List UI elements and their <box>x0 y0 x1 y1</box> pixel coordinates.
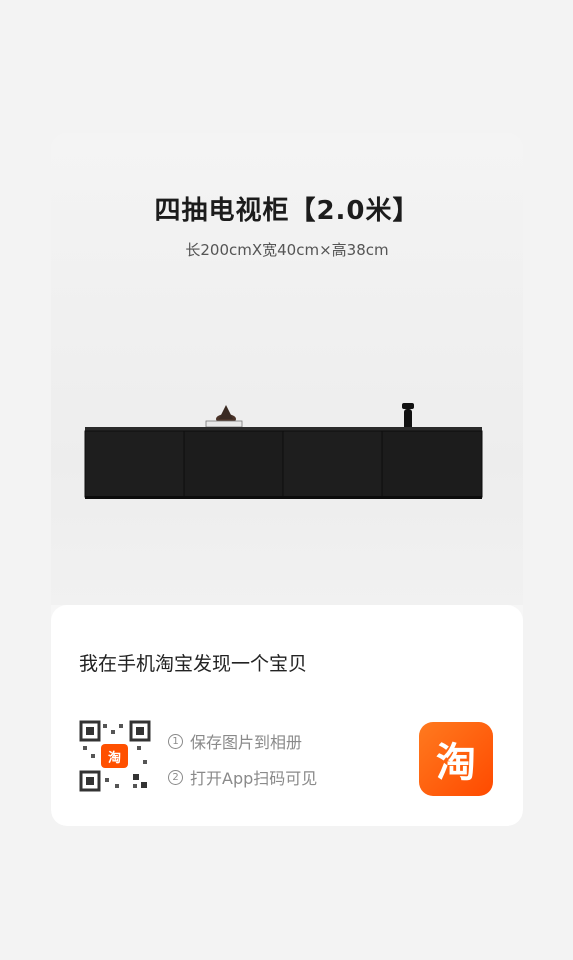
product-title: 四抽电视柜【2.0米】 <box>154 196 420 226</box>
product-hero: 四抽电视柜【2.0米】 长200cmX宽40cm×高38cm <box>51 133 523 605</box>
instruction-save: 1 保存图片到相册 <box>168 729 302 753</box>
instruction-scan-label: 打开App扫码可见 <box>190 769 318 788</box>
step-number-icon: 2 <box>168 769 183 785</box>
product-image <box>84 403 483 499</box>
instruction-scan: 2 打开App扫码可见 <box>168 765 317 789</box>
instruction-save-label: 保存图片到相册 <box>190 733 303 752</box>
share-panel: 我在手机淘宝发现一个宝贝 淘 1 保存图片到相册 2 打开App扫码可见 淘 <box>51 605 523 826</box>
taobao-logo-icon[interactable]: 淘 <box>419 722 493 796</box>
qr-code: 淘 <box>79 720 151 792</box>
product-spec: 长200cmX宽40cm×高38cm <box>185 241 389 259</box>
share-text: 我在手机淘宝发现一个宝贝 <box>79 653 308 675</box>
share-card: 四抽电视柜【2.0米】 长200cmX宽40cm×高38cm 我在手机淘宝发现一… <box>51 133 523 826</box>
step-number-icon: 1 <box>168 733 183 749</box>
taobao-qr-badge: 淘 <box>101 744 128 768</box>
